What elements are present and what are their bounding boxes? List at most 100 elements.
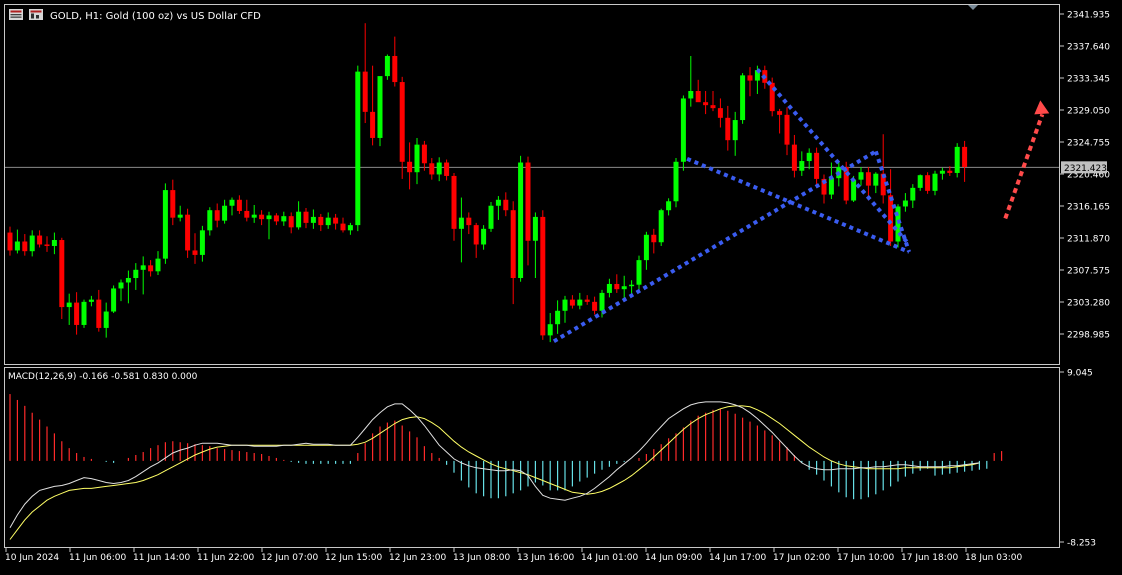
bull-candle (458, 217, 464, 229)
bull-candle (799, 161, 805, 171)
bear-candle (340, 223, 346, 231)
time-axis-label: 18 Jun 03:00 (965, 553, 1022, 563)
bear-candle (865, 172, 871, 186)
price-axis-label: 2329.050 (1067, 107, 1110, 117)
bear-candle (510, 210, 516, 279)
bear-candle (303, 211, 309, 223)
time-axis-label: 10 Jun 2024 (5, 553, 59, 563)
price-axis-label: 2337.640 (1067, 43, 1110, 53)
bull-candle (902, 200, 908, 207)
bull-candle (939, 170, 945, 174)
bear-candle (569, 299, 575, 306)
bull-candle (858, 172, 864, 180)
bear-candle (466, 217, 472, 226)
bear-candle (925, 175, 931, 191)
bull-candle (207, 210, 213, 231)
bull-candle (547, 324, 553, 336)
bear-candle (59, 240, 65, 308)
price-axis-label: 2303.280 (1067, 299, 1110, 309)
bear-candle (407, 161, 413, 173)
bull-candle (577, 299, 583, 306)
bear-candle (96, 299, 102, 328)
bear-candle (185, 214, 191, 251)
bull-candle (377, 76, 383, 138)
bear-candle (244, 210, 250, 218)
chart-canvas[interactable]: GOLD, H1: Gold (100 oz) vs US Dollar CFD… (0, 0, 1122, 571)
bull-candle (155, 258, 161, 272)
bull-candle (436, 162, 442, 175)
chart-menu-icon[interactable] (9, 9, 23, 20)
bull-candle (555, 310, 561, 325)
bear-candle (584, 299, 590, 302)
bear-candle (962, 146, 968, 167)
time-axis-label: 14 Jun 09:00 (645, 553, 702, 563)
bull-candle (688, 91, 694, 99)
bull-candle (111, 288, 117, 312)
time-axis-label: 17 Jun 18:00 (901, 553, 958, 563)
bull-candle (932, 173, 938, 191)
bull-candle (828, 178, 834, 195)
bear-candle (503, 199, 509, 211)
bull-candle (125, 278, 131, 283)
bear-candle (333, 217, 339, 224)
macd-axis-label: -8.253 (1067, 539, 1096, 549)
bear-candle (651, 234, 657, 243)
macd-axis-label: 9.045 (1067, 369, 1093, 379)
bull-candle (954, 146, 960, 173)
bull-candle (140, 265, 146, 270)
bear-candle (318, 216, 324, 226)
bear-candle (288, 216, 294, 228)
bear-candle (784, 114, 790, 145)
bear-candle (703, 102, 709, 106)
bull-candle (222, 205, 228, 221)
bear-candle (148, 265, 154, 272)
bull-candle (281, 216, 287, 222)
chart-background (0, 0, 1122, 571)
bull-candle (118, 282, 124, 289)
time-axis-label: 17 Jun 02:00 (773, 553, 830, 563)
time-axis-label: 12 Jun 07:00 (261, 553, 318, 563)
bear-candle (947, 170, 953, 173)
bull-candle (910, 187, 916, 201)
bull-candle (740, 75, 746, 121)
bear-candle (717, 108, 723, 118)
bear-candle (370, 111, 376, 138)
bull-candle (384, 55, 390, 77)
price-axis-label: 2307.575 (1067, 267, 1110, 277)
bear-candle (429, 163, 435, 175)
time-axis-label: 11 Jun 06:00 (69, 553, 126, 563)
bear-candle (7, 232, 13, 251)
bull-candle (666, 201, 672, 211)
bull-candle (81, 301, 87, 325)
bull-candle (325, 217, 331, 226)
bear-candle (399, 82, 405, 162)
bear-candle (444, 162, 450, 176)
bull-candle (103, 311, 109, 328)
chart-window-icon[interactable] (29, 9, 43, 20)
bull-candle (296, 211, 302, 228)
bull-candle (266, 215, 272, 220)
bull-candle (495, 199, 501, 206)
bull-candle (88, 299, 94, 302)
bear-candle (710, 105, 716, 109)
bear-candle (747, 75, 753, 81)
time-axis-label: 17 Jun 10:00 (837, 553, 894, 563)
chart-title: GOLD, H1: Gold (100 oz) vs US Dollar CFD (50, 11, 261, 22)
bull-candle (532, 216, 538, 241)
time-axis-label: 13 Jun 16:00 (517, 553, 574, 563)
bull-candle (636, 260, 642, 285)
bull-candle (599, 292, 605, 311)
bull-candle (51, 240, 57, 246)
bear-candle (725, 117, 731, 141)
time-axis-label: 14 Jun 17:00 (709, 553, 766, 563)
bear-candle (451, 175, 457, 229)
bull-candle (355, 71, 361, 226)
bear-candle (214, 210, 220, 221)
bear-candle (236, 199, 242, 211)
trading-chart-window[interactable]: GOLD, H1: Gold (100 oz) vs US Dollar CFD… (0, 0, 1122, 571)
bear-candle (273, 215, 279, 222)
bull-candle (414, 144, 420, 173)
bear-candle (592, 301, 598, 311)
time-axis-label: 11 Jun 14:00 (133, 553, 190, 563)
bull-candle (347, 225, 353, 231)
